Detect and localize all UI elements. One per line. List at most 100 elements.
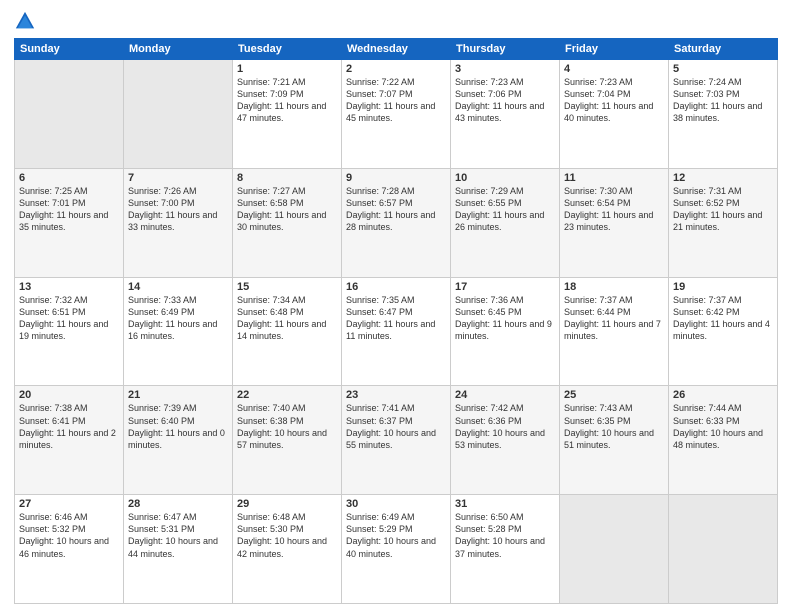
- weekday-header-monday: Monday: [124, 39, 233, 60]
- day-info: Sunrise: 7:30 AM Sunset: 6:54 PM Dayligh…: [564, 185, 664, 234]
- day-cell: 25Sunrise: 7:43 AM Sunset: 6:35 PM Dayli…: [560, 386, 669, 495]
- day-cell: 28Sunrise: 6:47 AM Sunset: 5:31 PM Dayli…: [124, 495, 233, 604]
- day-info: Sunrise: 7:38 AM Sunset: 6:41 PM Dayligh…: [19, 402, 119, 451]
- calendar: SundayMondayTuesdayWednesdayThursdayFrid…: [14, 38, 778, 604]
- day-info: Sunrise: 7:29 AM Sunset: 6:55 PM Dayligh…: [455, 185, 555, 234]
- day-number: 9: [346, 172, 446, 184]
- day-cell: 30Sunrise: 6:49 AM Sunset: 5:29 PM Dayli…: [342, 495, 451, 604]
- day-cell: 13Sunrise: 7:32 AM Sunset: 6:51 PM Dayli…: [15, 277, 124, 386]
- day-number: 11: [564, 172, 664, 184]
- day-number: 29: [237, 498, 337, 510]
- day-info: Sunrise: 7:24 AM Sunset: 7:03 PM Dayligh…: [673, 76, 773, 125]
- day-cell: 8Sunrise: 7:27 AM Sunset: 6:58 PM Daylig…: [233, 168, 342, 277]
- day-cell: 31Sunrise: 6:50 AM Sunset: 5:28 PM Dayli…: [451, 495, 560, 604]
- weekday-header-saturday: Saturday: [669, 39, 778, 60]
- day-number: 17: [455, 281, 555, 293]
- day-number: 22: [237, 389, 337, 401]
- header: [14, 10, 778, 32]
- day-cell: 9Sunrise: 7:28 AM Sunset: 6:57 PM Daylig…: [342, 168, 451, 277]
- day-cell: 14Sunrise: 7:33 AM Sunset: 6:49 PM Dayli…: [124, 277, 233, 386]
- day-info: Sunrise: 7:37 AM Sunset: 6:42 PM Dayligh…: [673, 294, 773, 343]
- day-cell: 24Sunrise: 7:42 AM Sunset: 6:36 PM Dayli…: [451, 386, 560, 495]
- day-cell: 12Sunrise: 7:31 AM Sunset: 6:52 PM Dayli…: [669, 168, 778, 277]
- day-cell: 19Sunrise: 7:37 AM Sunset: 6:42 PM Dayli…: [669, 277, 778, 386]
- day-info: Sunrise: 6:46 AM Sunset: 5:32 PM Dayligh…: [19, 511, 119, 560]
- day-number: 7: [128, 172, 228, 184]
- day-number: 31: [455, 498, 555, 510]
- day-number: 2: [346, 63, 446, 75]
- calendar-header: SundayMondayTuesdayWednesdayThursdayFrid…: [15, 39, 778, 60]
- day-number: 6: [19, 172, 119, 184]
- day-info: Sunrise: 7:34 AM Sunset: 6:48 PM Dayligh…: [237, 294, 337, 343]
- day-cell: [560, 495, 669, 604]
- day-info: Sunrise: 7:28 AM Sunset: 6:57 PM Dayligh…: [346, 185, 446, 234]
- day-info: Sunrise: 7:41 AM Sunset: 6:37 PM Dayligh…: [346, 402, 446, 451]
- day-cell: 6Sunrise: 7:25 AM Sunset: 7:01 PM Daylig…: [15, 168, 124, 277]
- day-number: 10: [455, 172, 555, 184]
- day-cell: 4Sunrise: 7:23 AM Sunset: 7:04 PM Daylig…: [560, 60, 669, 169]
- week-row-3: 20Sunrise: 7:38 AM Sunset: 6:41 PM Dayli…: [15, 386, 778, 495]
- day-info: Sunrise: 7:31 AM Sunset: 6:52 PM Dayligh…: [673, 185, 773, 234]
- day-cell: 18Sunrise: 7:37 AM Sunset: 6:44 PM Dayli…: [560, 277, 669, 386]
- weekday-header-row: SundayMondayTuesdayWednesdayThursdayFrid…: [15, 39, 778, 60]
- day-info: Sunrise: 7:43 AM Sunset: 6:35 PM Dayligh…: [564, 402, 664, 451]
- logo: [14, 10, 40, 32]
- day-number: 16: [346, 281, 446, 293]
- page: SundayMondayTuesdayWednesdayThursdayFrid…: [0, 0, 792, 612]
- day-number: 28: [128, 498, 228, 510]
- day-cell: 22Sunrise: 7:40 AM Sunset: 6:38 PM Dayli…: [233, 386, 342, 495]
- day-number: 1: [237, 63, 337, 75]
- day-number: 25: [564, 389, 664, 401]
- day-number: 18: [564, 281, 664, 293]
- day-info: Sunrise: 6:49 AM Sunset: 5:29 PM Dayligh…: [346, 511, 446, 560]
- day-info: Sunrise: 6:50 AM Sunset: 5:28 PM Dayligh…: [455, 511, 555, 560]
- day-cell: 7Sunrise: 7:26 AM Sunset: 7:00 PM Daylig…: [124, 168, 233, 277]
- day-cell: 2Sunrise: 7:22 AM Sunset: 7:07 PM Daylig…: [342, 60, 451, 169]
- day-cell: 26Sunrise: 7:44 AM Sunset: 6:33 PM Dayli…: [669, 386, 778, 495]
- day-info: Sunrise: 7:40 AM Sunset: 6:38 PM Dayligh…: [237, 402, 337, 451]
- day-cell: 16Sunrise: 7:35 AM Sunset: 6:47 PM Dayli…: [342, 277, 451, 386]
- logo-icon: [14, 10, 36, 32]
- day-info: Sunrise: 7:21 AM Sunset: 7:09 PM Dayligh…: [237, 76, 337, 125]
- day-cell: 17Sunrise: 7:36 AM Sunset: 6:45 PM Dayli…: [451, 277, 560, 386]
- week-row-0: 1Sunrise: 7:21 AM Sunset: 7:09 PM Daylig…: [15, 60, 778, 169]
- day-number: 15: [237, 281, 337, 293]
- day-cell: 15Sunrise: 7:34 AM Sunset: 6:48 PM Dayli…: [233, 277, 342, 386]
- day-info: Sunrise: 7:37 AM Sunset: 6:44 PM Dayligh…: [564, 294, 664, 343]
- day-number: 20: [19, 389, 119, 401]
- day-number: 23: [346, 389, 446, 401]
- day-cell: [669, 495, 778, 604]
- day-info: Sunrise: 7:23 AM Sunset: 7:06 PM Dayligh…: [455, 76, 555, 125]
- day-number: 13: [19, 281, 119, 293]
- weekday-header-tuesday: Tuesday: [233, 39, 342, 60]
- calendar-body: 1Sunrise: 7:21 AM Sunset: 7:09 PM Daylig…: [15, 60, 778, 604]
- day-cell: 3Sunrise: 7:23 AM Sunset: 7:06 PM Daylig…: [451, 60, 560, 169]
- day-number: 27: [19, 498, 119, 510]
- day-info: Sunrise: 7:25 AM Sunset: 7:01 PM Dayligh…: [19, 185, 119, 234]
- day-number: 19: [673, 281, 773, 293]
- day-cell: 29Sunrise: 6:48 AM Sunset: 5:30 PM Dayli…: [233, 495, 342, 604]
- weekday-header-sunday: Sunday: [15, 39, 124, 60]
- day-cell: 1Sunrise: 7:21 AM Sunset: 7:09 PM Daylig…: [233, 60, 342, 169]
- day-info: Sunrise: 6:48 AM Sunset: 5:30 PM Dayligh…: [237, 511, 337, 560]
- day-info: Sunrise: 7:22 AM Sunset: 7:07 PM Dayligh…: [346, 76, 446, 125]
- day-info: Sunrise: 7:36 AM Sunset: 6:45 PM Dayligh…: [455, 294, 555, 343]
- week-row-4: 27Sunrise: 6:46 AM Sunset: 5:32 PM Dayli…: [15, 495, 778, 604]
- day-cell: 23Sunrise: 7:41 AM Sunset: 6:37 PM Dayli…: [342, 386, 451, 495]
- day-cell: [124, 60, 233, 169]
- day-info: Sunrise: 6:47 AM Sunset: 5:31 PM Dayligh…: [128, 511, 228, 560]
- week-row-2: 13Sunrise: 7:32 AM Sunset: 6:51 PM Dayli…: [15, 277, 778, 386]
- day-info: Sunrise: 7:35 AM Sunset: 6:47 PM Dayligh…: [346, 294, 446, 343]
- day-number: 8: [237, 172, 337, 184]
- day-number: 5: [673, 63, 773, 75]
- day-info: Sunrise: 7:32 AM Sunset: 6:51 PM Dayligh…: [19, 294, 119, 343]
- day-cell: 5Sunrise: 7:24 AM Sunset: 7:03 PM Daylig…: [669, 60, 778, 169]
- day-info: Sunrise: 7:26 AM Sunset: 7:00 PM Dayligh…: [128, 185, 228, 234]
- day-cell: [15, 60, 124, 169]
- day-number: 21: [128, 389, 228, 401]
- day-number: 24: [455, 389, 555, 401]
- day-cell: 21Sunrise: 7:39 AM Sunset: 6:40 PM Dayli…: [124, 386, 233, 495]
- day-number: 30: [346, 498, 446, 510]
- week-row-1: 6Sunrise: 7:25 AM Sunset: 7:01 PM Daylig…: [15, 168, 778, 277]
- day-info: Sunrise: 7:42 AM Sunset: 6:36 PM Dayligh…: [455, 402, 555, 451]
